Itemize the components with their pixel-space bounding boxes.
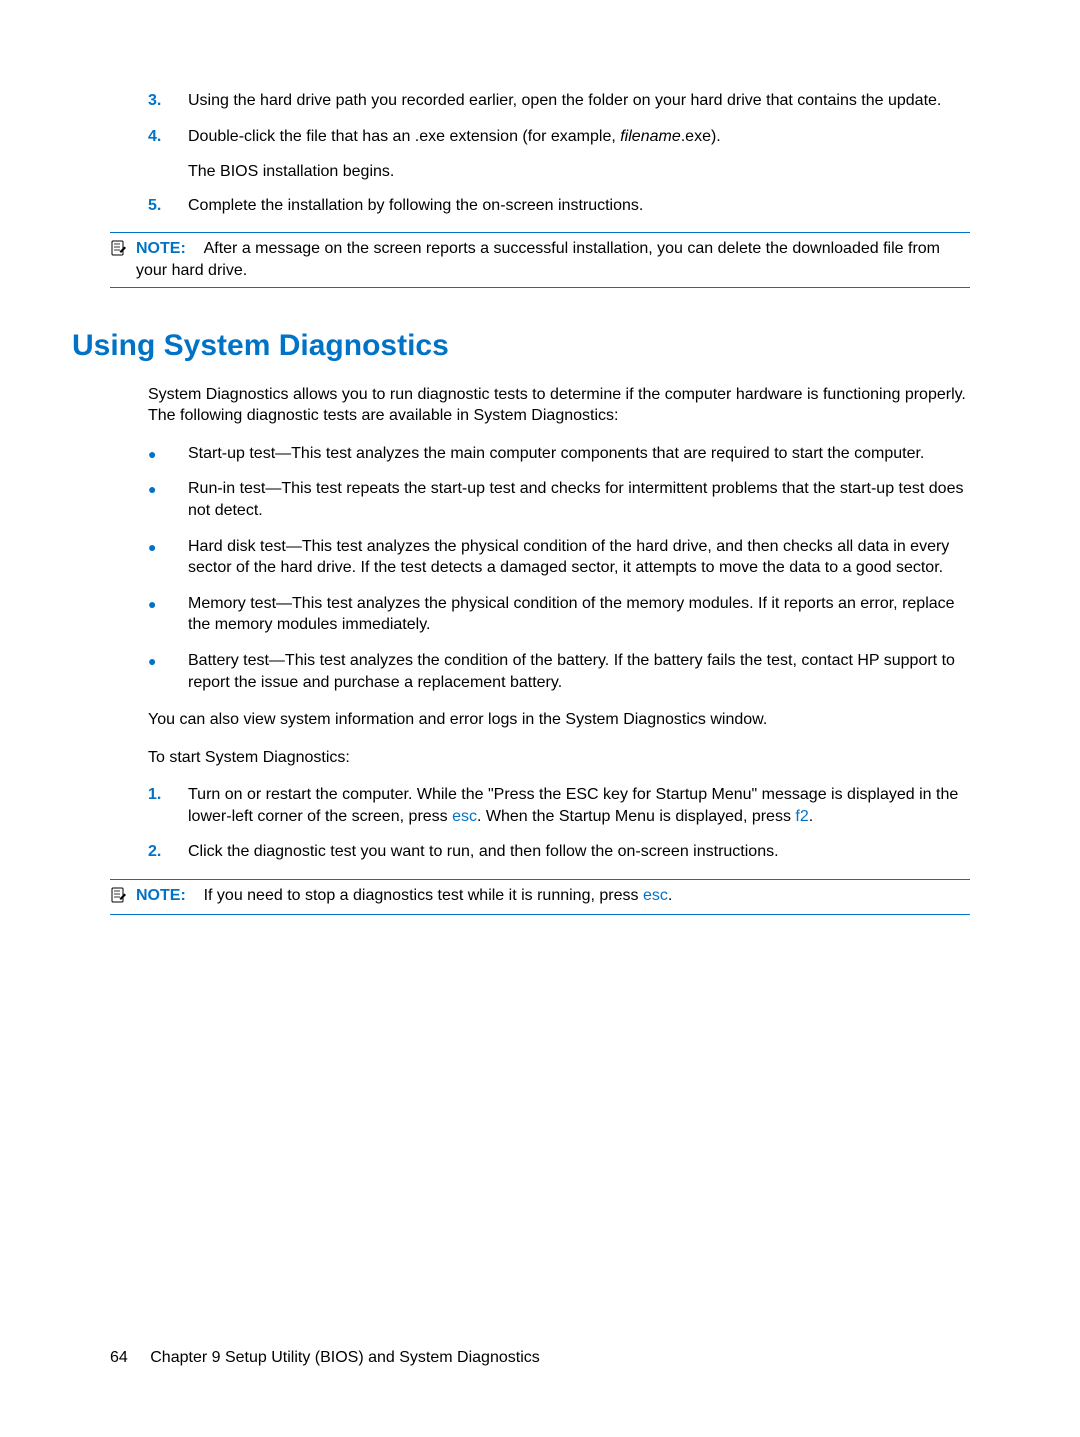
list-item: 4. Double-click the file that has an .ex… — [148, 126, 970, 148]
list-number: 2. — [148, 841, 188, 863]
list-item: ● Run-in test—This test repeats the star… — [148, 478, 970, 521]
list-item: ● Memory test—This test analyzes the phy… — [148, 593, 970, 636]
ordered-list-2: 1. Turn on or restart the computer. Whil… — [148, 784, 970, 863]
note-box-1: NOTE: After a message on the screen repo… — [110, 232, 970, 287]
list-number: 3. — [148, 90, 188, 112]
list-item: ● Battery test—This test analyzes the co… — [148, 650, 970, 693]
note-label: NOTE: — [136, 240, 186, 257]
list-text: Complete the installation by following t… — [188, 195, 970, 217]
note-row: NOTE: After a message on the screen repo… — [110, 235, 970, 284]
continuation-text: The BIOS installation begins. — [188, 161, 970, 183]
list-number: 5. — [148, 195, 188, 217]
bullet-icon: ● — [148, 536, 188, 557]
page-number: 64 — [110, 1349, 128, 1366]
list-item: 2. Click the diagnostic test you want to… — [148, 841, 970, 863]
list-number: 4. — [148, 126, 188, 148]
italic-text: filename — [620, 128, 680, 145]
note-text-part: . — [668, 887, 672, 904]
document-pencil-icon — [110, 886, 128, 904]
heading-1: Using System Diagnostics — [72, 328, 970, 364]
note-rule-top — [110, 879, 970, 880]
note-label: NOTE: — [136, 887, 186, 904]
note-text-body: After a message on the screen reports a … — [136, 240, 940, 279]
paragraph: To start System Diagnostics: — [148, 747, 970, 769]
list-item: 3. Using the hard drive path you recorde… — [148, 90, 970, 112]
note-icon — [110, 885, 136, 909]
note-text — [190, 240, 203, 257]
note-row: NOTE: If you need to stop a diagnostics … — [110, 882, 970, 912]
chapter-label: Chapter 9 Setup Utility (BIOS) and Syste… — [150, 1349, 540, 1366]
key-f2: f2 — [795, 808, 808, 825]
bullet-icon: ● — [148, 443, 188, 464]
page-footer: 64 Chapter 9 Setup Utility (BIOS) and Sy… — [110, 1349, 540, 1367]
list-text: Start-up test—This test analyzes the mai… — [188, 443, 970, 465]
paragraph: You can also view system information and… — [148, 709, 970, 731]
list-text: Click the diagnostic test you want to ru… — [188, 841, 970, 863]
note-rule-top — [110, 232, 970, 233]
note-text-part: If you need to stop a diagnostics test w… — [204, 887, 643, 904]
list-text: Double-click the file that has an .exe e… — [188, 126, 970, 148]
list-text: Memory test—This test analyzes the physi… — [188, 593, 970, 636]
list-text: Run-in test—This test repeats the start-… — [188, 478, 970, 521]
list-text: Hard disk test—This test analyzes the ph… — [188, 536, 970, 579]
note-rule-bottom — [110, 914, 970, 915]
list-item: 5. Complete the installation by followin… — [148, 195, 970, 217]
text-post: .exe). — [681, 128, 721, 145]
top-ordered-list-block: 3. Using the hard drive path you recorde… — [148, 90, 970, 216]
diagnostics-section: System Diagnostics allows you to run dia… — [148, 384, 970, 864]
bullet-icon: ● — [148, 593, 188, 614]
note-content: NOTE: After a message on the screen repo… — [136, 238, 970, 281]
list-item: ● Hard disk test—This test analyzes the … — [148, 536, 970, 579]
intro-paragraph: System Diagnostics allows you to run dia… — [148, 384, 970, 427]
ordered-list-1: 3. Using the hard drive path you recorde… — [148, 90, 970, 147]
text-part: . When the Startup Menu is displayed, pr… — [477, 808, 795, 825]
list-text: Using the hard drive path you recorded e… — [188, 90, 970, 112]
text-part: . — [809, 808, 813, 825]
ordered-list-1-cont: 5. Complete the installation by followin… — [148, 195, 970, 217]
document-pencil-icon — [110, 239, 128, 257]
key-esc: esc — [452, 808, 477, 825]
note-box-2: NOTE: If you need to stop a diagnostics … — [110, 879, 970, 915]
list-text: Turn on or restart the computer. While t… — [188, 784, 970, 827]
key-esc: esc — [643, 887, 668, 904]
list-item: ● Start-up test—This test analyzes the m… — [148, 443, 970, 465]
list-item: 1. Turn on or restart the computer. Whil… — [148, 784, 970, 827]
note-rule-bottom — [110, 287, 970, 288]
list-number: 1. — [148, 784, 188, 806]
bullet-icon: ● — [148, 650, 188, 671]
bullet-list-1: ● Start-up test—This test analyzes the m… — [148, 443, 970, 693]
text-pre: Double-click the file that has an .exe e… — [188, 128, 620, 145]
list-text: Battery test—This test analyzes the cond… — [188, 650, 970, 693]
bullet-icon: ● — [148, 478, 188, 499]
page-content: 3. Using the hard drive path you recorde… — [0, 0, 1080, 915]
note-content: NOTE: If you need to stop a diagnostics … — [136, 885, 672, 907]
note-icon — [110, 238, 136, 262]
note-spacer — [190, 887, 203, 904]
